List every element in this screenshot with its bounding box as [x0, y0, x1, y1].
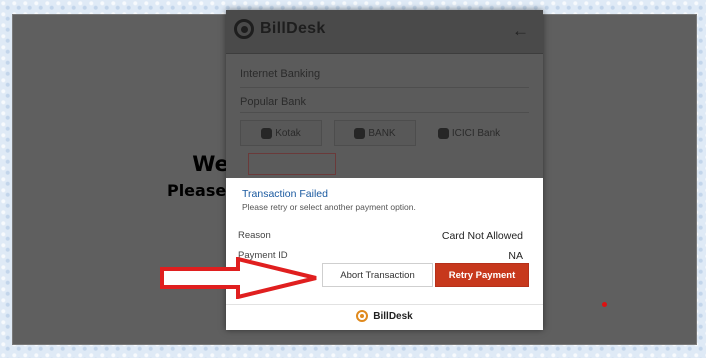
divider	[226, 304, 543, 305]
payment-id-value: NA	[508, 250, 523, 262]
failure-subtitle: Please retry or select another payment o…	[242, 202, 416, 212]
bank-option-icici[interactable]: ICICI Bank	[428, 120, 510, 146]
billdesk-footer-text: BillDesk	[373, 310, 413, 322]
popular-bank-label: Popular Bank	[240, 96, 307, 108]
billdesk-logo-icon	[234, 19, 254, 39]
billdesk-logo-icon	[356, 310, 369, 322]
dimmed-bank-selection: BillDesk ← Internet Banking Popular Bank…	[226, 10, 543, 178]
retry-payment-button[interactable]: Retry Payment	[435, 263, 529, 287]
billdesk-footer-logo: BillDesk	[226, 310, 543, 322]
billdesk-logo-text: BillDesk	[260, 20, 326, 37]
bank-label: ICICI Bank	[451, 127, 501, 139]
bank-logo-icon	[354, 127, 366, 139]
reason-label: Reason	[238, 230, 271, 241]
abort-transaction-button[interactable]: Abort Transaction	[322, 263, 433, 287]
bank-label: Kotak	[275, 127, 301, 139]
bank-option-2[interactable]: BANK	[334, 120, 416, 146]
red-dot	[602, 302, 607, 307]
billdesk-logo: BillDesk	[234, 19, 326, 39]
arrow-left-icon[interactable]: ←	[512, 21, 529, 41]
bank-label: BANK	[368, 127, 396, 139]
failure-title: Transaction Failed	[242, 188, 328, 200]
bank-option-more[interactable]	[248, 153, 336, 175]
bank-option-kotak[interactable]: Kotak	[240, 120, 322, 146]
bank-list: Kotak BANK ICICI Bank	[240, 120, 510, 146]
kotak-logo-icon	[261, 127, 273, 139]
transaction-failed-sheet: Transaction Failed Please retry or selec…	[226, 178, 543, 330]
icici-logo-icon	[437, 127, 449, 139]
divider	[240, 112, 529, 113]
divider	[240, 87, 529, 88]
billdesk-header: BillDesk ←	[226, 10, 543, 54]
internet-banking-label: Internet Banking	[240, 68, 321, 80]
reason-value: Card Not Allowed	[441, 230, 523, 242]
annotation-arrow-icon	[160, 257, 317, 299]
